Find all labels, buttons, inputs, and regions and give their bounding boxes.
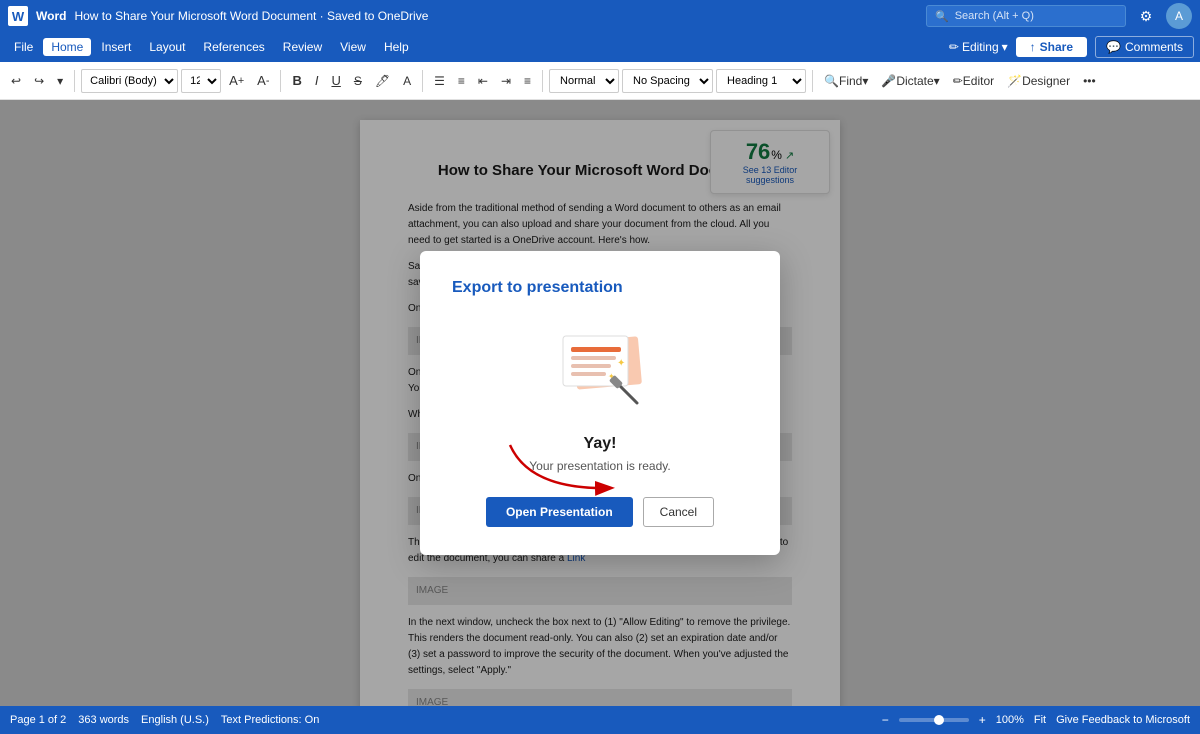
search-placeholder: Search (Alt + Q) <box>955 10 1034 22</box>
menu-home[interactable]: Home <box>43 38 91 56</box>
menu-review[interactable]: Review <box>275 38 330 56</box>
word-count: 363 words <box>78 714 129 726</box>
title-bar: W Word How to Share Your Microsoft Word … <box>0 0 1200 32</box>
find-button[interactable]: 🔍 Find ▾ <box>819 71 873 91</box>
document-area: How to Share Your Microsoft Word Documen… <box>0 100 1200 706</box>
menu-layout[interactable]: Layout <box>141 38 193 56</box>
share-label: Share <box>1040 40 1073 54</box>
title-bar-right: ⚙ A <box>1134 3 1192 29</box>
number-list-button[interactable]: ≡ <box>453 71 470 91</box>
pencil-icon: ✏ <box>949 40 959 54</box>
highlight-button[interactable]: 🖊 <box>370 71 395 91</box>
redo-button[interactable]: ↪ <box>29 71 49 91</box>
feedback-label: Give Feedback to Microsoft <box>1056 714 1190 726</box>
increase-font-button[interactable]: A+ <box>224 70 249 91</box>
toolbar: ↩ ↪ ▾ Calibri (Body) 12 A+ A- B I U S 🖊 … <box>0 62 1200 100</box>
separator-2 <box>280 70 281 92</box>
modal-yay-text: Yay! <box>452 435 748 453</box>
heading-select[interactable]: Heading 1 <box>716 69 806 93</box>
indent-button[interactable]: ⇥ <box>496 71 516 91</box>
outdent-button[interactable]: ⇤ <box>473 71 493 91</box>
bullet-list-button[interactable]: ☰ <box>429 71 450 91</box>
editor-button[interactable]: ✏ Editor <box>948 71 999 91</box>
menu-references[interactable]: References <box>195 38 272 56</box>
modal-actions: Open Presentation Cancel <box>452 497 748 527</box>
separator-3 <box>422 70 423 92</box>
zoom-track <box>899 718 969 722</box>
avatar[interactable]: A <box>1166 3 1192 29</box>
settings-icon[interactable]: ⚙ <box>1134 4 1158 28</box>
comments-label: Comments <box>1125 40 1183 54</box>
quick-access-more[interactable]: ▾ <box>52 71 68 91</box>
separator-5 <box>812 70 813 92</box>
search-box[interactable]: 🔍 Search (Alt + Q) <box>926 5 1126 27</box>
align-button[interactable]: ≡ <box>519 71 536 91</box>
comment-icon: 💬 <box>1106 40 1121 54</box>
menu-bar: File Home Insert Layout References Revie… <box>0 32 1200 62</box>
decrease-font-button[interactable]: A- <box>252 70 274 91</box>
document-title: How to Share Your Microsoft Word Documen… <box>74 9 918 23</box>
font-size-select[interactable]: 12 <box>181 69 221 93</box>
undo-button[interactable]: ↩ <box>6 71 26 91</box>
chevron-down-icon: ▾ <box>1002 40 1008 54</box>
modal-title: Export to presentation <box>452 279 748 297</box>
menu-insert[interactable]: Insert <box>93 38 139 56</box>
modal-subtitle: Your presentation is ready. <box>452 459 748 473</box>
italic-button[interactable]: I <box>310 70 324 91</box>
fit-label: Fit <box>1034 714 1046 726</box>
word-logo: W <box>8 6 28 26</box>
separator-4 <box>542 70 543 92</box>
open-presentation-button[interactable]: Open Presentation <box>486 497 633 527</box>
presentation-illustration: ✦ ✦ <box>545 321 655 411</box>
editing-button[interactable]: ✏ Editing ▾ <box>949 40 1008 54</box>
underline-button[interactable]: U <box>326 70 345 91</box>
share-button[interactable]: ↑ Share <box>1016 37 1087 57</box>
status-right: − + 100% Fit Give Feedback to Microsoft <box>882 713 1190 727</box>
style-spacing-select[interactable]: No Spacing <box>622 69 713 93</box>
comments-button[interactable]: 💬 Comments <box>1095 36 1194 58</box>
separator-1 <box>74 70 75 92</box>
bold-button[interactable]: B <box>287 70 306 91</box>
modal-icon-area: ✦ ✦ <box>452 321 748 411</box>
share-icon: ↑ <box>1030 40 1036 54</box>
app-name: Word <box>36 9 66 23</box>
status-bar: Page 1 of 2 363 words English (U.S.) Tex… <box>0 706 1200 734</box>
menu-view[interactable]: View <box>332 38 374 56</box>
zoom-out-button[interactable]: − <box>882 713 889 727</box>
strikethrough-button[interactable]: S <box>349 71 367 91</box>
svg-text:✦: ✦ <box>617 358 625 369</box>
menu-file[interactable]: File <box>6 38 41 56</box>
more-toolbar-button[interactable]: ••• <box>1078 71 1101 91</box>
zoom-thumb <box>934 715 944 725</box>
designer-button[interactable]: 🪄 Designer <box>1002 71 1075 91</box>
language-label: English (U.S.) <box>141 714 209 726</box>
cancel-button[interactable]: Cancel <box>643 497 714 527</box>
zoom-level: 100% <box>996 714 1024 726</box>
font-name-select[interactable]: Calibri (Body) <box>81 69 178 93</box>
search-icon: 🔍 <box>935 10 949 23</box>
modal-overlay: Export to presentation <box>0 100 1200 706</box>
style-normal-select[interactable]: Normal <box>549 69 619 93</box>
zoom-in-button[interactable]: + <box>979 713 986 727</box>
menu-right: ✏ Editing ▾ ↑ Share 💬 Comments <box>949 36 1194 58</box>
editing-label: Editing <box>962 40 999 54</box>
dictate-button[interactable]: 🎤 Dictate ▾ <box>876 71 944 91</box>
menu-help[interactable]: Help <box>376 38 417 56</box>
text-predictions-label: Text Predictions: On <box>221 714 319 726</box>
font-color-button[interactable]: A <box>398 71 416 91</box>
export-modal: Export to presentation <box>420 251 780 555</box>
page-info: Page 1 of 2 <box>10 714 66 726</box>
